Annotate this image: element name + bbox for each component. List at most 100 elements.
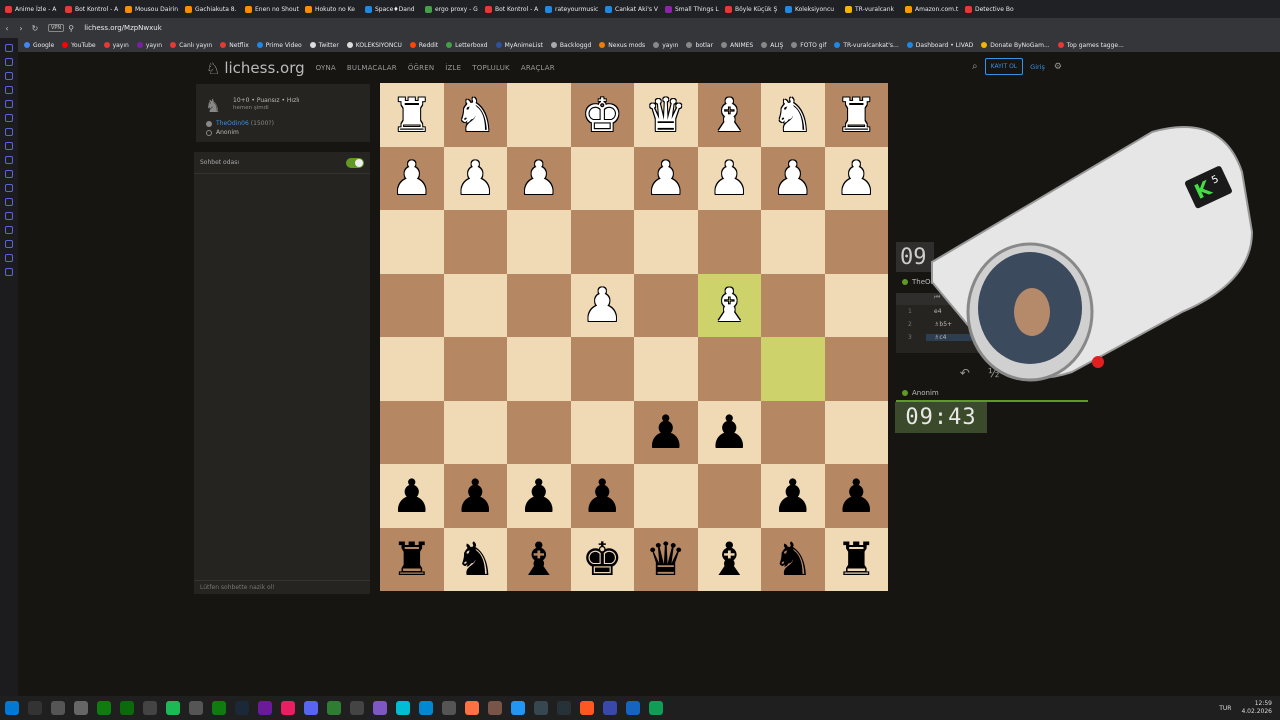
white-piece-icon[interactable]: ♟: [582, 282, 623, 328]
bookmark-item[interactable]: MyAnimeList: [495, 42, 543, 49]
board-square[interactable]: [443, 210, 507, 274]
board-square[interactable]: ♝: [507, 527, 571, 591]
taskbar-app-icon[interactable]: [50, 701, 65, 715]
sidebar-app-icon[interactable]: [5, 86, 13, 94]
search-icon[interactable]: ⌕: [972, 61, 978, 72]
white-piece-icon[interactable]: ♝: [709, 282, 750, 328]
sidebar-app-icon[interactable]: [5, 226, 13, 234]
taskbar-app-icon[interactable]: [602, 701, 617, 715]
white-piece-icon[interactable]: ♟: [391, 155, 432, 201]
taskbar-app-icon[interactable]: [349, 701, 364, 715]
browser-tab[interactable]: Koleksiyoncu: [782, 0, 842, 18]
sidebar-app-icon[interactable]: [5, 100, 13, 108]
board-square[interactable]: [761, 337, 825, 401]
bookmark-item[interactable]: yayın: [103, 42, 129, 49]
board-square[interactable]: [634, 337, 698, 401]
board-square[interactable]: ♟: [570, 273, 634, 337]
bookmark-item[interactable]: TR-vuralcankat's...: [834, 42, 899, 49]
white-piece-icon[interactable]: ♟: [772, 155, 813, 201]
taskbar-app-icon[interactable]: [211, 701, 226, 715]
white-player-row[interactable]: TheOdin06 (1500?): [206, 120, 274, 127]
url-field[interactable]: lichess.org/MzpNwxuk: [84, 24, 162, 32]
bookmark-item[interactable]: Canlı yayın: [170, 42, 212, 49]
bookmark-item[interactable]: Backloggd: [550, 42, 591, 49]
taskbar-app-icon[interactable]: [257, 701, 272, 715]
browser-tab[interactable]: Detective Bo: [962, 0, 1022, 18]
board-square[interactable]: [570, 337, 634, 401]
white-piece-icon[interactable]: ♞: [772, 92, 813, 138]
board-square[interactable]: ♟: [507, 464, 571, 528]
black-piece-icon[interactable]: ♝: [709, 536, 750, 582]
black-piece-icon[interactable]: ♟: [836, 473, 877, 519]
bookmark-item[interactable]: yayın: [653, 42, 678, 49]
black-piece-icon[interactable]: ♟: [645, 409, 686, 455]
sidebar-app-icon[interactable]: [5, 240, 13, 248]
bookmark-item[interactable]: ANIMES: [721, 42, 753, 49]
board-square[interactable]: [570, 210, 634, 274]
vpn-badge[interactable]: VPN: [48, 24, 65, 32]
bookmark-item[interactable]: ALIŞ: [761, 42, 783, 49]
board-square[interactable]: [824, 337, 888, 401]
nav-tools[interactable]: ARAÇLAR: [521, 64, 555, 72]
taskbar-app-icon[interactable]: [372, 701, 387, 715]
site-logo[interactable]: ♘ lichess.org: [206, 59, 305, 78]
board-square[interactable]: [634, 464, 698, 528]
board-square[interactable]: ♜: [380, 527, 444, 591]
taskbar-app-icon[interactable]: [234, 701, 249, 715]
bookmark-item[interactable]: Top games tagge...: [1057, 42, 1124, 49]
browser-tab[interactable]: Amazon.com.t: [902, 0, 962, 18]
black-piece-icon[interactable]: ♛: [645, 536, 686, 582]
browser-tab[interactable]: ergo proxy - G: [422, 0, 482, 18]
back-icon[interactable]: ‹: [0, 24, 14, 33]
board-square[interactable]: ♞: [761, 83, 825, 147]
browser-tab[interactable]: Böyle Küçük Ş: [722, 0, 782, 18]
black-piece-icon[interactable]: ♞: [455, 536, 496, 582]
white-piece-icon[interactable]: ♜: [836, 92, 877, 138]
board-square[interactable]: ♞: [761, 527, 825, 591]
white-piece-icon[interactable]: ♟: [455, 155, 496, 201]
signup-button[interactable]: KAYIT OL: [984, 58, 1024, 75]
board-square[interactable]: ♜: [380, 83, 444, 147]
board-square[interactable]: ♞: [443, 83, 507, 147]
bookmark-item[interactable]: Google: [24, 42, 54, 49]
taskbar-app-icon[interactable]: [625, 701, 640, 715]
forward-icon[interactable]: ›: [14, 24, 28, 33]
sidebar-app-icon[interactable]: [5, 142, 13, 150]
taskbar-app-icon[interactable]: [510, 701, 525, 715]
board-square[interactable]: [507, 400, 571, 464]
board-square[interactable]: [380, 337, 444, 401]
board-square[interactable]: ♟: [380, 146, 444, 210]
taskbar-app-icon[interactable]: [579, 701, 594, 715]
bookmark-item[interactable]: Nexus mods: [599, 42, 645, 49]
board-square[interactable]: [443, 400, 507, 464]
board-square[interactable]: [507, 210, 571, 274]
bookmark-item[interactable]: Reddit: [409, 42, 438, 49]
white-piece-icon[interactable]: ♝: [709, 92, 750, 138]
board-square[interactable]: [380, 273, 444, 337]
browser-tab[interactable]: Cankat Aki's V: [602, 0, 662, 18]
browser-tab[interactable]: Bot Kontrol - A: [482, 0, 542, 18]
board-square[interactable]: ♟: [761, 464, 825, 528]
board-square[interactable]: ♞: [443, 527, 507, 591]
board-square[interactable]: ♛: [634, 527, 698, 591]
browser-tab[interactable]: TR-vuralcank: [842, 0, 902, 18]
black-piece-icon[interactable]: ♜: [391, 536, 432, 582]
browser-tab[interactable]: Anime İzle - A: [2, 0, 62, 18]
windows-start-icon[interactable]: [4, 701, 19, 715]
white-piece-icon[interactable]: ♟: [709, 155, 750, 201]
board-square[interactable]: ♟: [697, 400, 761, 464]
black-piece-icon[interactable]: ♚: [582, 536, 623, 582]
bookmark-item[interactable]: Netflix: [220, 42, 249, 49]
white-piece-icon[interactable]: ♜: [391, 92, 432, 138]
taskbar-app-icon[interactable]: [188, 701, 203, 715]
taskbar-app-icon[interactable]: [73, 701, 88, 715]
board-square[interactable]: [443, 273, 507, 337]
chat-toggle[interactable]: [346, 157, 364, 168]
reload-icon[interactable]: ↻: [28, 24, 42, 33]
sidebar-app-icon[interactable]: [5, 212, 13, 220]
nav-community[interactable]: TOPLULUK: [472, 64, 510, 72]
taskbar-app-icon[interactable]: [142, 701, 157, 715]
chat-input[interactable]: Lütfen sohbette nazik ol!: [194, 580, 370, 594]
board-square[interactable]: [634, 210, 698, 274]
board-square[interactable]: ♟: [634, 146, 698, 210]
